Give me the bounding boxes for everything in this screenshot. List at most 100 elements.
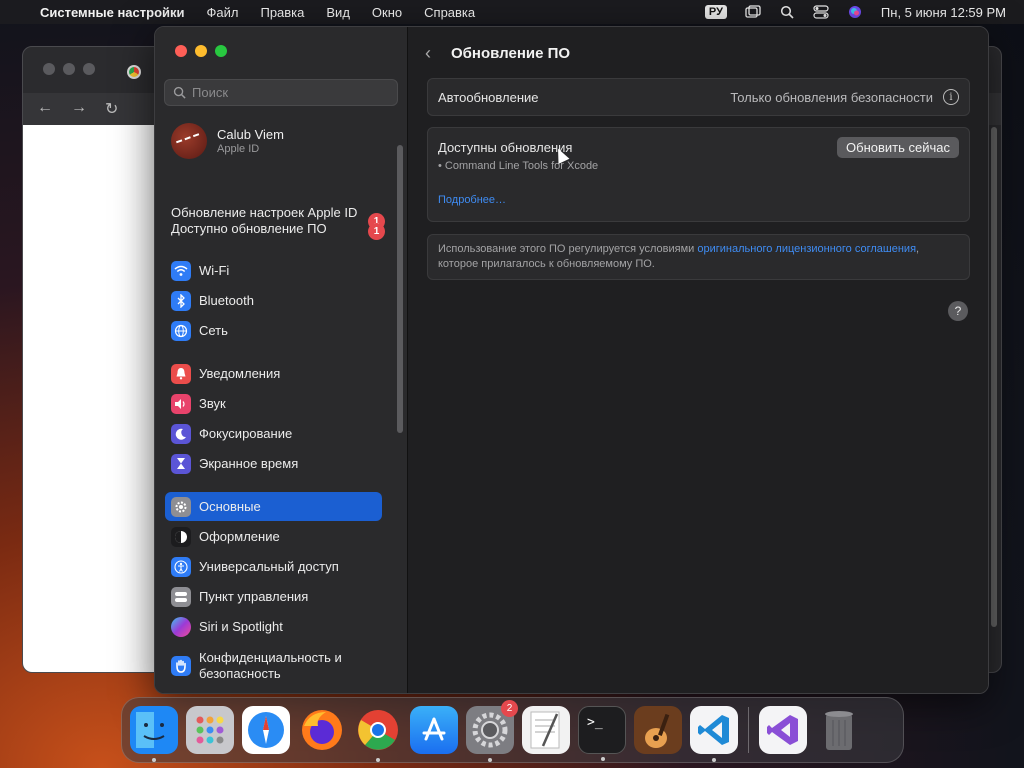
- sidebar-search[interactable]: [164, 79, 398, 106]
- safari-icon[interactable]: [242, 706, 290, 754]
- update-now-button[interactable]: Обновить сейчас: [837, 136, 959, 158]
- appearance-icon: [171, 526, 191, 547]
- dock-separator: [748, 707, 749, 753]
- avatar: [171, 123, 207, 159]
- sidebar-scrollbar[interactable]: [397, 145, 403, 433]
- sidebar-item-wifi[interactable]: Wi-Fi: [165, 256, 382, 285]
- launchpad-icon[interactable]: [186, 706, 234, 754]
- app-store-icon[interactable]: [410, 706, 458, 754]
- reload-icon[interactable]: ↻: [105, 99, 118, 119]
- sidebar-item-label: Фокусирование: [199, 426, 293, 441]
- menu-edit[interactable]: Правка: [260, 5, 304, 20]
- available-updates-card: Доступны обновления Обновить сейчас • Co…: [427, 127, 970, 222]
- system-settings-icon[interactable]: 2: [466, 700, 518, 762]
- sidebar-item-privacy-security[interactable]: Конфиденциальность и безопасность: [165, 646, 382, 686]
- sidebar-item-label: Пункт управления: [199, 589, 309, 604]
- trash-icon[interactable]: [815, 706, 863, 754]
- sidebar-item-general[interactable]: Основные: [165, 492, 382, 521]
- menubar-datetime[interactable]: Пн, 5 июня 12:59 PM: [881, 5, 1006, 20]
- browser-page-content: [23, 125, 155, 672]
- account-name: Calub Viem: [217, 127, 284, 142]
- sidebar-item-sound[interactable]: Звук: [165, 389, 382, 418]
- sidebar-item-focus[interactable]: Фокусирование: [165, 419, 382, 448]
- help-button[interactable]: ?: [948, 301, 968, 321]
- wifi-icon: [171, 260, 191, 281]
- auto-update-label: Автообновление: [438, 89, 539, 105]
- sidebar-item-siri-spotlight[interactable]: Siri и Spotlight: [165, 612, 382, 641]
- system-settings-window: Calub Viem Apple ID Обновление настроек …: [154, 26, 989, 694]
- sidebar-item-label: Оформление: [199, 529, 280, 544]
- vscode-icon[interactable]: [690, 706, 738, 762]
- firefox-icon[interactable]: [298, 706, 346, 754]
- license-text-line2: которое прилагалось к обновляемому ПО.: [438, 258, 655, 270]
- sidebar-item-label: Siri и Spotlight: [199, 619, 283, 634]
- finder-icon[interactable]: [130, 706, 178, 762]
- browser-scrollbar[interactable]: [991, 127, 997, 627]
- textedit-icon[interactable]: [522, 706, 570, 754]
- search-icon: [173, 86, 186, 99]
- account-subtitle: Apple ID: [217, 143, 260, 155]
- sidebar-item-bluetooth[interactable]: Bluetooth: [165, 286, 382, 315]
- dock-settings-badge: 2: [501, 700, 518, 717]
- control-center-icon[interactable]: [813, 5, 829, 19]
- menu-file[interactable]: Файл: [207, 5, 239, 20]
- sidebar-item-screen-time[interactable]: Экранное время: [165, 449, 382, 478]
- control-center-icon: [171, 586, 191, 607]
- license-text: Использование этого ПО регулируется усло…: [438, 243, 698, 255]
- sidebar-item-label: Уведомления: [199, 366, 281, 381]
- sidebar-item-appearance[interactable]: Оформление: [165, 522, 382, 551]
- sidebar-item-network[interactable]: Сеть: [165, 316, 382, 345]
- license-notice: Использование этого ПО регулируется усло…: [427, 234, 970, 280]
- sidebar-item-control-center[interactable]: Пункт управления: [165, 582, 382, 611]
- menu-bar: Системные настройки Файл Правка Вид Окно…: [0, 0, 1024, 24]
- sidebar-item-label: Основные: [199, 499, 261, 514]
- globe-icon: [171, 320, 191, 341]
- garageband-icon[interactable]: [634, 706, 682, 754]
- notice-software-update[interactable]: Доступно обновление ПО 1: [171, 221, 385, 240]
- input-language-badge[interactable]: РУ: [704, 5, 727, 19]
- notice-badge: 1: [368, 223, 385, 240]
- chrome-tab-icon: [127, 65, 141, 79]
- back-arrow-icon[interactable]: ←: [37, 99, 53, 119]
- menu-app-name[interactable]: Системные настройки: [40, 5, 185, 20]
- menu-help[interactable]: Справка: [424, 5, 475, 20]
- back-chevron-icon[interactable]: ‹: [425, 43, 445, 64]
- menu-window[interactable]: Окно: [372, 5, 402, 20]
- more-info-link[interactable]: Подробнее…: [438, 194, 506, 206]
- hand-icon: [171, 656, 191, 676]
- siri-icon[interactable]: [847, 5, 863, 19]
- settings-sidebar: Calub Viem Apple ID Обновление настроек …: [155, 27, 408, 693]
- moon-icon: [171, 423, 191, 444]
- auto-update-value: Только обновления безопасности: [730, 89, 933, 105]
- dock: 2 >_: [121, 697, 904, 763]
- license-text-comma: ,: [916, 243, 920, 255]
- forward-arrow-icon[interactable]: →: [71, 99, 87, 119]
- sidebar-item-label: Wi-Fi: [199, 263, 230, 278]
- bell-icon: [171, 363, 191, 384]
- bluetooth-icon: [171, 290, 191, 311]
- terminal-icon[interactable]: >_: [578, 706, 626, 761]
- menu-view[interactable]: Вид: [326, 5, 350, 20]
- info-icon[interactable]: i: [943, 89, 959, 105]
- hourglass-icon: [171, 453, 191, 474]
- close-window-button[interactable]: [175, 45, 187, 57]
- license-agreement-link[interactable]: оригинального лицензионного соглашения: [697, 243, 916, 255]
- sidebar-item-label: Конфиденциальность и безопасность: [199, 650, 342, 681]
- sidebar-item-accessibility[interactable]: Универсальный доступ: [165, 552, 382, 581]
- gear-icon: [171, 496, 191, 517]
- minimize-window-button[interactable]: [195, 45, 207, 57]
- notice-label: Доступно обновление ПО: [171, 221, 327, 236]
- chrome-icon[interactable]: [354, 706, 402, 762]
- auto-update-card: Автообновление Только обновления безопас…: [427, 78, 970, 116]
- spotlight-search-icon[interactable]: [779, 5, 795, 19]
- notice-apple-id-update[interactable]: Обновление настроек Apple ID 1: [171, 205, 385, 230]
- zoom-window-button[interactable]: [215, 45, 227, 57]
- visual-studio-icon[interactable]: [759, 706, 807, 754]
- search-input[interactable]: [192, 85, 392, 100]
- apple-id-account[interactable]: Calub Viem Apple ID: [171, 123, 284, 159]
- window-switch-icon[interactable]: [745, 5, 761, 19]
- sidebar-item-notifications[interactable]: Уведомления: [165, 359, 382, 388]
- update-item: • Command Line Tools for Xcode: [438, 160, 599, 172]
- pane-header: ‹ Обновление ПО: [409, 27, 988, 79]
- browser-traffic-lights: [43, 63, 95, 75]
